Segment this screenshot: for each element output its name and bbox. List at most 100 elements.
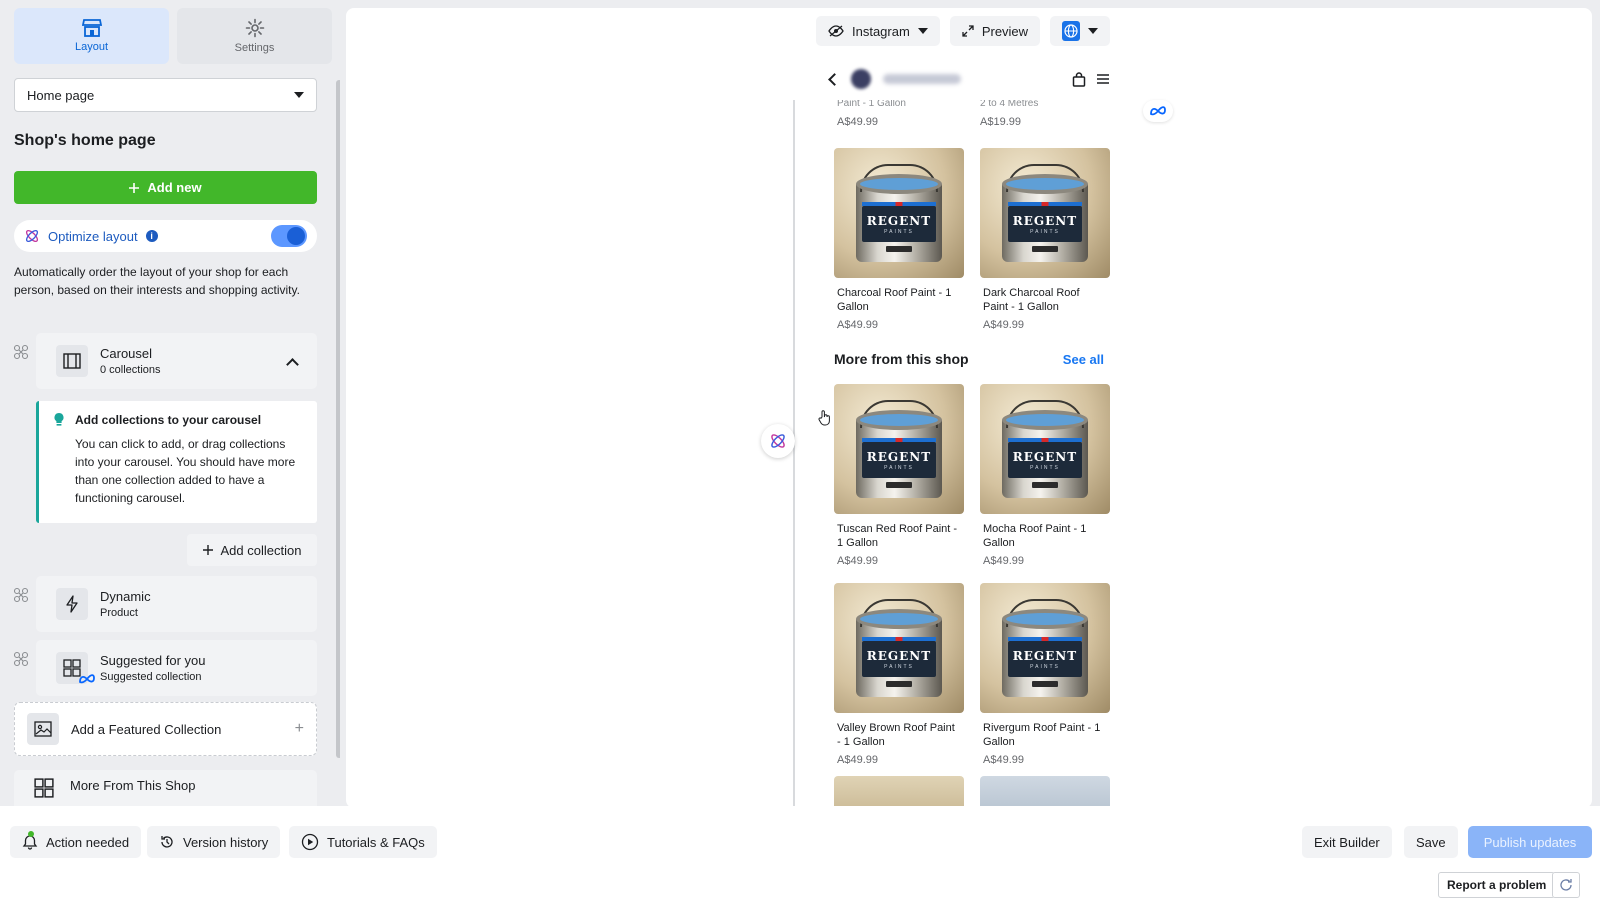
drag-handle-icon[interactable] bbox=[12, 586, 30, 604]
dynamic-title: Dynamic bbox=[100, 589, 151, 604]
suggested-section[interactable]: Suggested for you Suggested collection bbox=[36, 640, 317, 696]
carousel-icon bbox=[56, 345, 88, 377]
brand-text: REGENT bbox=[866, 213, 932, 228]
drag-handle-icon[interactable] bbox=[12, 343, 30, 361]
ai-assistant-button[interactable] bbox=[761, 424, 795, 458]
tab-layout[interactable]: Layout bbox=[14, 8, 169, 64]
product-card[interactable]: REGENT PAINTS Mocha Roof Paint - 1 Gallon… bbox=[980, 384, 1110, 567]
product-name: Tuscan Red Roof Paint - 1 Gallon bbox=[837, 523, 958, 549]
product-name: Mocha Roof Paint - 1 Gallon bbox=[983, 523, 1087, 549]
tab-layout-label: Layout bbox=[74, 41, 109, 53]
product-image: REGENT PAINTS bbox=[980, 583, 1110, 713]
product-image: REGENT PAINTS bbox=[980, 384, 1110, 514]
tab-settings[interactable]: Settings bbox=[177, 8, 332, 64]
menu-icon[interactable] bbox=[1096, 73, 1110, 85]
dynamic-subtitle: Product bbox=[100, 607, 138, 619]
optimize-layout-row: Optimize layout i bbox=[14, 220, 317, 252]
meta-ai-badge[interactable] bbox=[1143, 100, 1173, 122]
product-image: REGENT PAINTS bbox=[834, 583, 964, 713]
page-select[interactable]: Home page bbox=[14, 78, 317, 112]
optimize-layout-label: Optimize layout bbox=[48, 228, 138, 244]
play-circle-icon bbox=[301, 833, 319, 851]
preview-label: Preview bbox=[981, 23, 1029, 39]
meta-logo-icon bbox=[1149, 106, 1167, 116]
add-collection-label: Add collection bbox=[220, 542, 302, 558]
save-label: Save bbox=[1416, 834, 1446, 850]
brand-sub: PAINTS bbox=[1030, 464, 1060, 471]
ai-sparkle-icon bbox=[769, 432, 787, 450]
globe-icon bbox=[1062, 21, 1081, 41]
brand-text: REGENT bbox=[1012, 449, 1078, 464]
caret-down-icon bbox=[294, 92, 304, 98]
sidebar-tabs: Layout Settings bbox=[14, 8, 332, 64]
platform-dropdown[interactable]: Instagram bbox=[816, 16, 940, 46]
product-grid: REGENT PAINTS Charcoal Roof Paint - 1 Gal… bbox=[834, 148, 1110, 331]
brand-sub: PAINTS bbox=[884, 663, 914, 670]
version-history-label: Version history bbox=[183, 834, 269, 850]
product-name: Charcoal Roof Paint - 1 Gallon bbox=[837, 287, 952, 313]
hint-title-row: Add collections to your carousel bbox=[53, 412, 303, 427]
bottom-bar: Action needed Version history Tutorials … bbox=[0, 806, 1600, 900]
sidebar-title: Shop's home page bbox=[14, 132, 156, 149]
platform-label: Instagram bbox=[852, 23, 910, 39]
add-collection-button[interactable]: Add collection bbox=[187, 534, 317, 566]
chevron-up-icon[interactable] bbox=[286, 357, 299, 371]
product-card[interactable]: REGENT PAINTS Charcoal Roof Paint - 1 Gal… bbox=[834, 148, 964, 331]
product-price: A$49.99 bbox=[837, 319, 878, 331]
carousel-section[interactable]: Carousel 0 collections bbox=[36, 333, 317, 389]
product-price: A$49.99 bbox=[983, 555, 1024, 567]
add-featured-collection-button[interactable]: Add a Featured Collection + bbox=[14, 702, 317, 756]
product-card[interactable]: REGENT PAINTS Tuscan Red Roof Paint - 1 G… bbox=[834, 384, 964, 567]
plus-icon bbox=[202, 545, 213, 555]
product-price: A$49.99 bbox=[837, 116, 878, 128]
brand-text: REGENT bbox=[1012, 213, 1078, 228]
history-icon bbox=[159, 834, 175, 850]
publish-updates-button[interactable]: Publish updates bbox=[1468, 826, 1592, 858]
see-all-link[interactable]: See all bbox=[1063, 352, 1104, 367]
partial-product-image bbox=[834, 776, 964, 808]
language-dropdown[interactable] bbox=[1050, 16, 1111, 46]
ai-sparkle-icon bbox=[24, 228, 40, 244]
dynamic-section[interactable]: Dynamic Product bbox=[36, 576, 317, 632]
add-new-button[interactable]: Add new bbox=[14, 171, 317, 204]
notification-dot bbox=[28, 831, 34, 837]
preview-button[interactable]: Preview bbox=[949, 16, 1041, 46]
grid-icon bbox=[34, 778, 54, 798]
product-card[interactable]: REGENT PAINTS Dark Charcoal Roof Paint - … bbox=[980, 148, 1110, 331]
save-button[interactable]: Save bbox=[1404, 826, 1458, 858]
drag-handle-icon[interactable] bbox=[12, 650, 30, 668]
report-problem-button[interactable]: Report a problem bbox=[1438, 872, 1556, 898]
tutorials-label: Tutorials & FAQs bbox=[327, 834, 425, 850]
add-new-label: Add new bbox=[147, 180, 202, 195]
lightning-icon bbox=[56, 588, 88, 620]
product-card[interactable]: REGENT PAINTS Rivergum Roof Paint - 1 Gal… bbox=[980, 583, 1110, 766]
product-name: Valley Brown Roof Paint - 1 Gallon bbox=[837, 722, 955, 748]
action-needed-label: Action needed bbox=[46, 834, 130, 850]
shopping-bag-icon[interactable] bbox=[1072, 71, 1086, 87]
gear-icon bbox=[245, 18, 265, 42]
action-needed-button[interactable]: Action needed bbox=[10, 826, 142, 858]
hand-cursor-icon bbox=[818, 410, 832, 426]
product-price: A$49.99 bbox=[837, 754, 878, 766]
meta-logo-icon bbox=[78, 674, 96, 684]
report-label: Report a problem bbox=[1447, 878, 1547, 892]
version-history-button[interactable]: Version history bbox=[147, 826, 281, 858]
tab-settings-label: Settings bbox=[234, 42, 275, 54]
product-image: REGENT PAINTS bbox=[834, 384, 964, 514]
exit-builder-button[interactable]: Exit Builder bbox=[1302, 826, 1392, 858]
sidebar-scrollbar[interactable] bbox=[336, 80, 340, 758]
phone-header bbox=[818, 58, 1118, 100]
product-price: A$49.99 bbox=[837, 555, 878, 567]
shop-name-blurred bbox=[883, 74, 961, 84]
back-chevron-icon[interactable] bbox=[828, 72, 841, 86]
refresh-icon[interactable] bbox=[1552, 872, 1580, 898]
tutorials-button[interactable]: Tutorials & FAQs bbox=[289, 826, 437, 858]
shop-avatar bbox=[851, 69, 871, 89]
optimize-layout-toggle[interactable] bbox=[271, 225, 307, 247]
product-card[interactable]: REGENT PAINTS Valley Brown Roof Paint - 1… bbox=[834, 583, 964, 766]
expand-icon bbox=[962, 25, 974, 37]
more-from-shop-section[interactable]: More From This Shop bbox=[14, 770, 317, 806]
info-icon[interactable]: i bbox=[145, 230, 158, 242]
product-price: A$19.99 bbox=[980, 116, 1021, 128]
preview-area: Instagram Preview Paint - 1 Gallon 2 to … bbox=[346, 8, 1592, 808]
